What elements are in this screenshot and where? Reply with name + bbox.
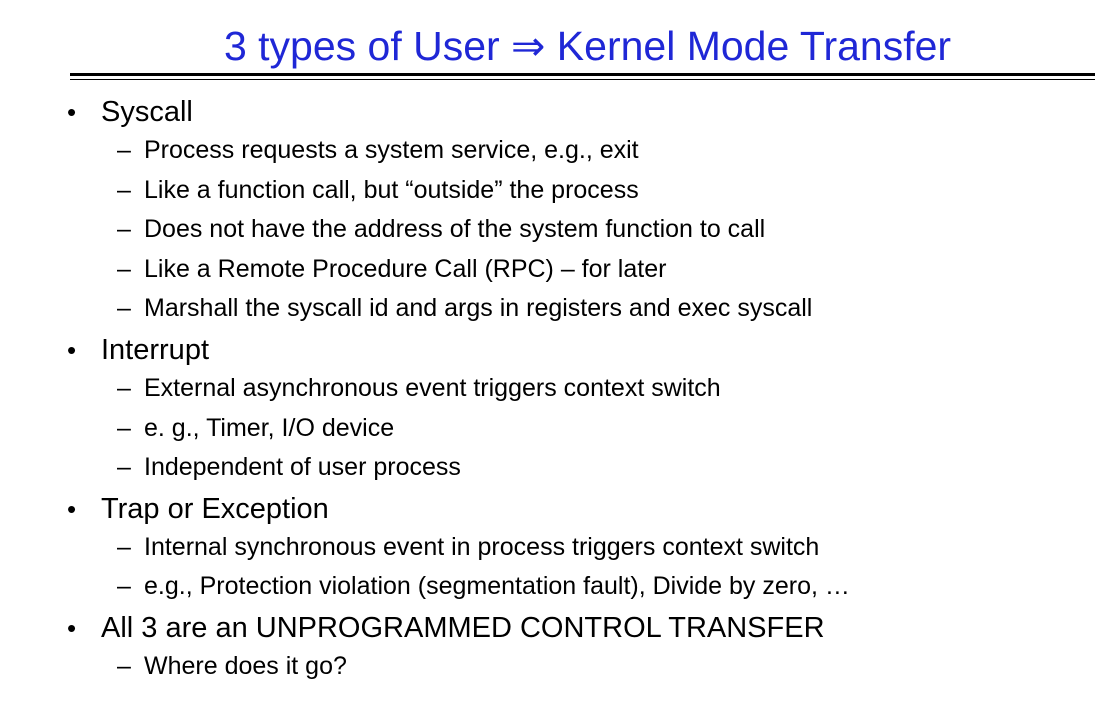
bullet-text: Interrupt bbox=[101, 333, 209, 366]
sub-bullet-text: Process requests a system service, e.g.,… bbox=[144, 136, 639, 164]
sub-bullet-item: – Like a function call, but “outside” th… bbox=[0, 172, 1095, 212]
title-underline-thick bbox=[70, 73, 1095, 76]
bullet-item: • Syscall bbox=[0, 92, 1095, 132]
title-underline-thin bbox=[70, 79, 1095, 80]
sub-bullet-text: Does not have the address of the system … bbox=[144, 215, 766, 244]
sub-bullet-item: – Like a Remote Procedure Call (RPC) – f… bbox=[0, 251, 1095, 291]
sub-bullet-item: – Does not have the address of the syste… bbox=[0, 211, 1095, 251]
bullet-dot: • bbox=[67, 97, 77, 127]
sub-bullet-dash: – bbox=[117, 413, 131, 442]
sub-bullet-text: Like a function call, but “outside” the … bbox=[144, 175, 639, 204]
sub-bullet-text: Marshall the syscall id and args in regi… bbox=[144, 294, 813, 323]
bullet-item: • Trap or Exception bbox=[0, 489, 1095, 529]
slide: 3 types of User ⇒ Kernel Mode Transfer •… bbox=[0, 0, 1095, 708]
sub-bullet-text: Where does it go? bbox=[144, 651, 347, 680]
sub-bullet-dash: – bbox=[117, 651, 131, 680]
sub-bullet-item: – Marshall the syscall id and args in re… bbox=[0, 290, 1095, 330]
sub-bullet-dash: – bbox=[117, 136, 131, 164]
bullet-item: • All 3 are an UNPROGRAMMED CONTROL TRAN… bbox=[0, 608, 1095, 648]
sub-bullet-text: e.g., Protection violation (segmentation… bbox=[144, 572, 850, 601]
sub-bullet-item: – Independent of user process bbox=[0, 449, 1095, 489]
bullet-dot: • bbox=[67, 493, 77, 524]
sub-bullet-item: – External asynchronous event triggers c… bbox=[0, 370, 1095, 410]
slide-title: 3 types of User ⇒ Kernel Mode Transfer bbox=[223, 23, 952, 69]
bullet-text: Syscall bbox=[101, 96, 193, 128]
bullet-text: Trap or Exception bbox=[101, 492, 329, 525]
sub-bullet-dash: – bbox=[117, 175, 131, 204]
sub-bullet-item: – e. g., Timer, I/O device bbox=[0, 410, 1095, 450]
sub-bullet-item: – Process requests a system service, e.g… bbox=[0, 132, 1095, 172]
sub-bullet-text: e. g., Timer, I/O device bbox=[144, 413, 395, 442]
sub-bullet-dash: – bbox=[117, 294, 131, 323]
bullet-list: • Syscall – Process requests a system se… bbox=[0, 92, 1095, 688]
bullet-dot: • bbox=[67, 334, 77, 365]
sub-bullet-dash: – bbox=[117, 532, 131, 561]
sub-bullet-dash: – bbox=[117, 373, 131, 402]
sub-bullet-item: – Internal synchronous event in process … bbox=[0, 529, 1095, 569]
sub-bullet-text: Independent of user process bbox=[144, 453, 461, 482]
sub-bullet-dash: – bbox=[117, 572, 131, 601]
sub-bullet-text: Internal synchronous event in process tr… bbox=[144, 532, 820, 561]
bullet-dot: • bbox=[67, 612, 77, 643]
sub-bullet-text: External asynchronous event triggers con… bbox=[144, 373, 721, 402]
sub-bullet-item: – e.g., Protection violation (segmentati… bbox=[0, 568, 1095, 608]
sub-bullet-dash: – bbox=[117, 453, 131, 482]
sub-bullet-dash: – bbox=[117, 215, 131, 244]
sub-bullet-dash: – bbox=[117, 254, 131, 283]
sub-bullet-text: Like a Remote Procedure Call (RPC) – for… bbox=[144, 254, 667, 283]
sub-bullet-item: – Where does it go? bbox=[0, 648, 1095, 688]
bullet-item: • Interrupt bbox=[0, 330, 1095, 370]
bullet-text: All 3 are an UNPROGRAMMED CONTROL TRANSF… bbox=[101, 611, 825, 644]
